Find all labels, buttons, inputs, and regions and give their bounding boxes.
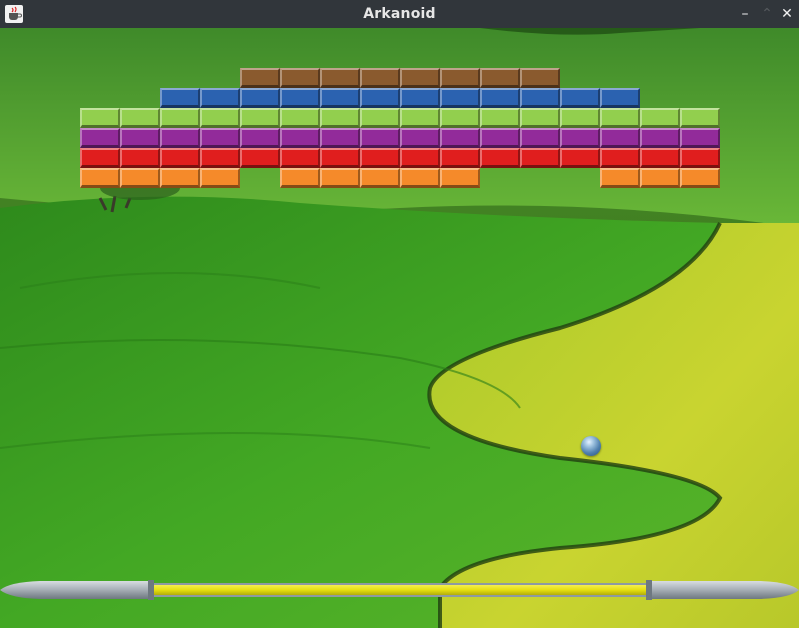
brick-purple — [680, 128, 720, 148]
brick-purple — [280, 128, 320, 148]
brick-purple — [80, 128, 120, 148]
brick-red — [280, 148, 320, 168]
brick-purple — [320, 128, 360, 148]
brick-orange — [400, 168, 440, 188]
title-bar[interactable]: Arkanoid – ⌃ ✕ — [0, 0, 799, 28]
brick-lightgreen — [240, 108, 280, 128]
brick-lightgreen — [400, 108, 440, 128]
brick-purple — [600, 128, 640, 148]
brick-orange — [680, 168, 720, 188]
brick-red — [320, 148, 360, 168]
brick-lightgreen — [520, 108, 560, 128]
brick-purple — [240, 128, 280, 148]
brick-red — [520, 148, 560, 168]
brick-red — [480, 148, 520, 168]
brick-red — [400, 148, 440, 168]
brick-red — [120, 148, 160, 168]
brick-purple — [120, 128, 160, 148]
brick-orange — [280, 168, 320, 188]
brick-blue — [280, 88, 320, 108]
brick-lightgreen — [280, 108, 320, 128]
brick-blue — [440, 88, 480, 108]
brick-lightgreen — [120, 108, 160, 128]
brick-red — [80, 148, 120, 168]
brick-purple — [160, 128, 200, 148]
close-icon[interactable]: ✕ — [777, 4, 797, 24]
brick-lightgreen — [680, 108, 720, 128]
brick-orange — [640, 168, 680, 188]
brick-blue — [400, 88, 440, 108]
brick-lightgreen — [560, 108, 600, 128]
brick-lightgreen — [360, 108, 400, 128]
brick-orange — [160, 168, 200, 188]
brick-lightgreen — [640, 108, 680, 128]
brick-lightgreen — [600, 108, 640, 128]
brick-orange — [120, 168, 160, 188]
brick-orange — [360, 168, 400, 188]
brick-purple — [560, 128, 600, 148]
brick-lightgreen — [480, 108, 520, 128]
brick-lightgreen — [200, 108, 240, 128]
brick-red — [640, 148, 680, 168]
brick-orange — [600, 168, 640, 188]
brick-lightgreen — [320, 108, 360, 128]
brick-blue — [560, 88, 600, 108]
brick-brown — [240, 68, 280, 88]
minimize-icon[interactable]: – — [735, 4, 755, 24]
brick-brown — [320, 68, 360, 88]
brick-wall — [0, 28, 799, 628]
brick-brown — [400, 68, 440, 88]
game-window: Arkanoid – ⌃ ✕ — [0, 0, 799, 628]
brick-purple — [520, 128, 560, 148]
brick-blue — [520, 88, 560, 108]
brick-lightgreen — [440, 108, 480, 128]
brick-blue — [600, 88, 640, 108]
brick-orange — [320, 168, 360, 188]
brick-orange — [440, 168, 480, 188]
brick-blue — [240, 88, 280, 108]
brick-red — [600, 148, 640, 168]
brick-blue — [200, 88, 240, 108]
window-title: Arkanoid — [363, 6, 436, 22]
brick-lightgreen — [80, 108, 120, 128]
maximize-icon[interactable]: ⌃ — [757, 4, 777, 24]
brick-red — [560, 148, 600, 168]
brick-blue — [360, 88, 400, 108]
brick-red — [360, 148, 400, 168]
brick-red — [240, 148, 280, 168]
brick-purple — [480, 128, 520, 148]
brick-purple — [360, 128, 400, 148]
brick-red — [160, 148, 200, 168]
game-playfield[interactable] — [0, 28, 799, 628]
brick-lightgreen — [160, 108, 200, 128]
brick-brown — [480, 68, 520, 88]
brick-purple — [200, 128, 240, 148]
brick-red — [200, 148, 240, 168]
brick-purple — [440, 128, 480, 148]
paddle[interactable] — [0, 579, 799, 601]
brick-blue — [160, 88, 200, 108]
brick-brown — [360, 68, 400, 88]
brick-red — [680, 148, 720, 168]
brick-orange — [200, 168, 240, 188]
brick-brown — [280, 68, 320, 88]
brick-brown — [520, 68, 560, 88]
brick-red — [440, 148, 480, 168]
brick-brown — [440, 68, 480, 88]
brick-blue — [480, 88, 520, 108]
brick-purple — [400, 128, 440, 148]
ball — [581, 436, 601, 456]
brick-purple — [640, 128, 680, 148]
brick-orange — [80, 168, 120, 188]
brick-blue — [320, 88, 360, 108]
